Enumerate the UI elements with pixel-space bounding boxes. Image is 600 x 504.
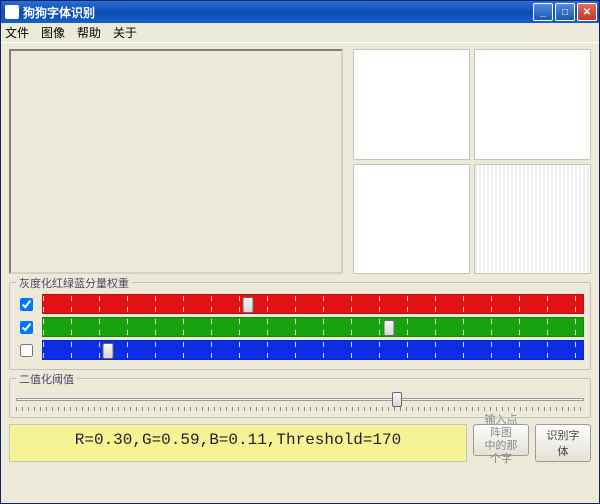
- b-slider-thumb[interactable]: [102, 343, 113, 359]
- menu-image[interactable]: 图像: [41, 24, 65, 41]
- client-area: 灰度化红绿蓝分量权重: [1, 43, 599, 503]
- threshold-group-title: 二值化阈值: [16, 371, 77, 387]
- preview-cell-2: [474, 49, 591, 160]
- rgb-group-title: 灰度化红绿蓝分量权重: [16, 275, 132, 291]
- menubar: 文件 图像 帮助 关于: [1, 23, 599, 43]
- minimize-button[interactable]: _: [533, 3, 553, 21]
- preview-row: [9, 49, 591, 274]
- bottom-bar: R=0.30,G=0.59,B=0.11,Threshold=170 输入点阵图…: [9, 424, 591, 462]
- menu-about[interactable]: 关于: [113, 24, 137, 41]
- app-icon: [5, 5, 19, 19]
- menu-help[interactable]: 帮助: [77, 24, 101, 41]
- b-checkbox[interactable]: [20, 344, 33, 357]
- g-slider-thumb[interactable]: [383, 320, 394, 336]
- preview-cell-4: [474, 164, 591, 275]
- recognize-button[interactable]: 识别字体: [535, 424, 591, 462]
- titlebar[interactable]: 狗狗字体识别 _ □ ✕: [1, 1, 599, 23]
- rgb-weight-group: 灰度化红绿蓝分量权重: [9, 282, 591, 370]
- readout-text: R=0.30,G=0.59,B=0.11,Threshold=170: [9, 424, 467, 462]
- b-row: [16, 340, 584, 360]
- preview-cell-1: [353, 49, 470, 160]
- maximize-button[interactable]: □: [555, 3, 575, 21]
- r-checkbox[interactable]: [20, 298, 33, 311]
- threshold-slider-thumb[interactable]: [392, 392, 402, 407]
- b-slider[interactable]: [42, 340, 584, 360]
- g-row: [16, 317, 584, 337]
- window-title: 狗狗字体识别: [23, 4, 533, 21]
- window-buttons: _ □ ✕: [533, 3, 597, 21]
- r-slider[interactable]: [42, 294, 584, 314]
- input-char-button[interactable]: 输入点阵图 中的那个字: [473, 424, 529, 456]
- r-slider-thumb[interactable]: [243, 297, 254, 313]
- preview-main: [9, 49, 343, 274]
- menu-file[interactable]: 文件: [5, 24, 29, 41]
- threshold-slider[interactable]: [16, 389, 584, 411]
- app-window: 狗狗字体识别 _ □ ✕ 文件 图像 帮助 关于 灰度化红绿蓝分量权重: [0, 0, 600, 504]
- preview-cell-3: [353, 164, 470, 275]
- close-button[interactable]: ✕: [577, 3, 597, 21]
- g-checkbox[interactable]: [20, 321, 33, 334]
- r-row: [16, 294, 584, 314]
- threshold-group: 二值化阈值: [9, 378, 591, 418]
- g-slider[interactable]: [42, 317, 584, 337]
- preview-grid: [353, 49, 591, 274]
